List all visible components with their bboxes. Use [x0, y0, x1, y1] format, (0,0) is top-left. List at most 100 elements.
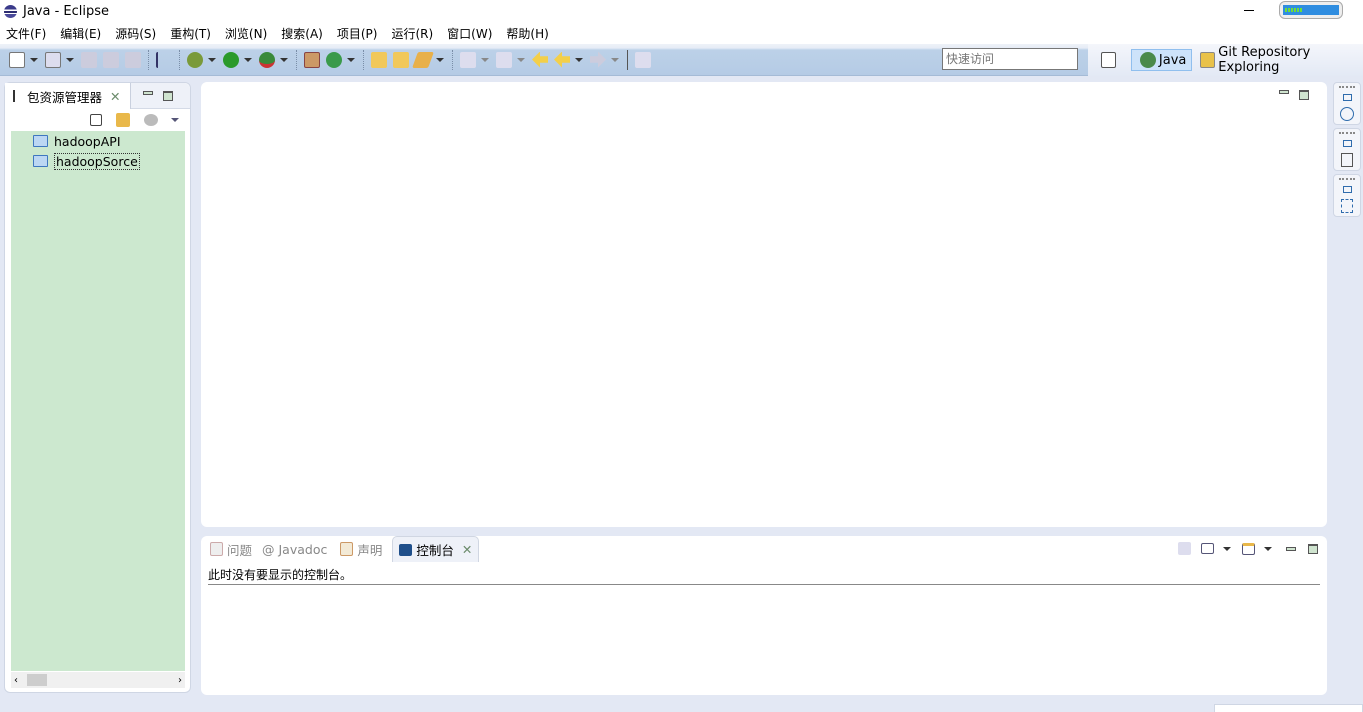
new-dropdown[interactable]	[30, 57, 38, 62]
menu-search[interactable]: 搜索(A)	[281, 25, 323, 42]
new-class-dropdown[interactable]	[66, 57, 74, 62]
package-explorer-icon	[13, 90, 21, 102]
open-task-icon[interactable]	[393, 51, 409, 68]
debug-icon[interactable]	[187, 51, 203, 68]
menu-refactor[interactable]: 重构(T)	[170, 25, 211, 42]
git-perspective-label: Git Repository Exploring	[1218, 45, 1311, 75]
tab-declaration[interactable]: 声明	[337, 540, 382, 559]
save-all-icon[interactable]	[103, 51, 119, 68]
display-console-dropdown[interactable]	[1223, 546, 1231, 551]
tab-console[interactable]: 控制台 ✕	[392, 536, 480, 562]
previous-annotation-dropdown[interactable]	[517, 57, 525, 62]
heap-status[interactable]	[1279, 1, 1343, 19]
pin-editor-icon[interactable]	[635, 51, 651, 68]
minimize-button[interactable]	[1244, 10, 1254, 11]
skip-breakpoints-icon[interactable]	[156, 51, 172, 68]
minimize-view-button[interactable]	[143, 91, 153, 95]
run-icon[interactable]	[223, 51, 239, 68]
menu-run[interactable]: 运行(R)	[391, 25, 433, 42]
folder-icon	[33, 135, 48, 147]
focus-icon[interactable]	[144, 114, 158, 126]
new-icon[interactable]	[9, 51, 25, 68]
close-icon[interactable]: ✕	[110, 89, 120, 104]
toolbar-separator	[296, 49, 297, 70]
eclipse-logo-icon	[4, 4, 17, 18]
next-annotation-dropdown[interactable]	[481, 57, 489, 62]
restore-icon[interactable]	[1342, 186, 1352, 193]
task-list-icon[interactable]	[1341, 153, 1353, 167]
open-type-icon[interactable]	[371, 51, 387, 68]
open-console-dropdown[interactable]	[1264, 546, 1272, 551]
new-java-class-icon[interactable]	[326, 51, 342, 68]
open-console-icon[interactable]	[1242, 542, 1255, 555]
menu-source[interactable]: 源码(S)	[115, 25, 156, 42]
git-icon	[1200, 52, 1216, 68]
print-icon[interactable]	[125, 51, 141, 68]
maximize-console-button[interactable]	[1308, 543, 1318, 554]
tree-item-project[interactable]: hadoopSorce	[11, 151, 185, 171]
display-console-icon[interactable]	[1201, 543, 1214, 554]
tab-javadoc[interactable]: @ Javadoc	[262, 542, 327, 557]
menu-navigate[interactable]: 浏览(N)	[225, 25, 267, 42]
view-menu-icon[interactable]	[171, 118, 179, 122]
restore-icon[interactable]	[1342, 140, 1352, 147]
console-message: 此时没有要显示的控制台。	[208, 566, 1320, 585]
quick-access-input[interactable]	[942, 48, 1078, 70]
toolbar-separator	[627, 49, 628, 70]
collapse-all-icon[interactable]	[90, 114, 102, 126]
next-annotation-icon[interactable]	[460, 51, 476, 68]
new-java-class-dropdown[interactable]	[347, 57, 355, 62]
title-bar: Java - Eclipse	[0, 0, 1363, 22]
pin-console-icon[interactable]	[1178, 542, 1191, 555]
minimize-editor-button[interactable]	[1279, 90, 1289, 94]
scroll-right-icon[interactable]: ›	[178, 675, 182, 686]
close-icon[interactable]: ✕	[462, 542, 472, 557]
new-class-icon[interactable]	[45, 51, 61, 68]
horizontal-scrollbar[interactable]: ‹ ›	[11, 672, 185, 688]
external-tools-icon[interactable]	[259, 51, 275, 68]
forward-icon[interactable]	[590, 51, 606, 68]
search-icon[interactable]	[412, 51, 434, 68]
git-perspective-button[interactable]: Git Repository Exploring	[1197, 45, 1363, 75]
menu-file[interactable]: 文件(F)	[6, 25, 46, 42]
new-package-icon[interactable]	[304, 51, 320, 68]
external-tools-dropdown[interactable]	[280, 57, 288, 62]
outline-icon[interactable]	[1341, 199, 1353, 213]
tree-item-project[interactable]: hadoopAPI	[11, 131, 185, 151]
tab-problems[interactable]: 问题	[207, 540, 252, 559]
help-icon[interactable]	[1340, 107, 1354, 121]
toolbar-separator	[363, 49, 364, 70]
menu-help[interactable]: 帮助(H)	[506, 25, 548, 42]
back-icon[interactable]	[554, 51, 570, 68]
project-name: hadoopSorce	[54, 152, 140, 170]
last-edit-location-icon[interactable]	[532, 51, 548, 68]
maximize-editor-button[interactable]	[1299, 90, 1309, 100]
menu-edit[interactable]: 编辑(E)	[60, 25, 101, 42]
scroll-thumb[interactable]	[27, 674, 47, 686]
tab-label: @ Javadoc	[262, 541, 328, 557]
project-tree: hadoopAPI hadoopSorce	[11, 131, 185, 671]
right-trim-stack	[1333, 82, 1361, 220]
toolbar-separator	[452, 49, 453, 70]
link-with-editor-icon[interactable]	[116, 113, 130, 127]
scroll-left-icon[interactable]: ‹	[14, 675, 18, 686]
menu-bar: 文件(F) 编辑(E) 源码(S) 重构(T) 浏览(N) 搜索(A) 项目(P…	[0, 22, 1363, 44]
back-dropdown[interactable]	[575, 57, 583, 62]
minimize-console-button[interactable]	[1286, 546, 1296, 551]
menu-project[interactable]: 项目(P)	[337, 25, 378, 42]
save-icon[interactable]	[81, 51, 97, 68]
console-icon	[399, 543, 413, 556]
forward-dropdown[interactable]	[611, 57, 619, 62]
tab-label: 控制台	[416, 543, 454, 558]
previous-annotation-icon[interactable]	[496, 51, 512, 68]
maximize-view-button[interactable]	[163, 91, 173, 101]
java-perspective-button[interactable]: Java	[1130, 49, 1193, 71]
search-dropdown[interactable]	[436, 57, 444, 62]
debug-dropdown[interactable]	[208, 57, 216, 62]
tab-package-explorer[interactable]: 包资源管理器 ✕	[5, 83, 131, 109]
restore-icon[interactable]	[1342, 94, 1352, 101]
run-dropdown[interactable]	[244, 57, 252, 62]
bottom-trim	[1214, 704, 1363, 712]
menu-window[interactable]: 窗口(W)	[447, 25, 492, 42]
open-perspective-icon[interactable]	[1101, 52, 1116, 68]
